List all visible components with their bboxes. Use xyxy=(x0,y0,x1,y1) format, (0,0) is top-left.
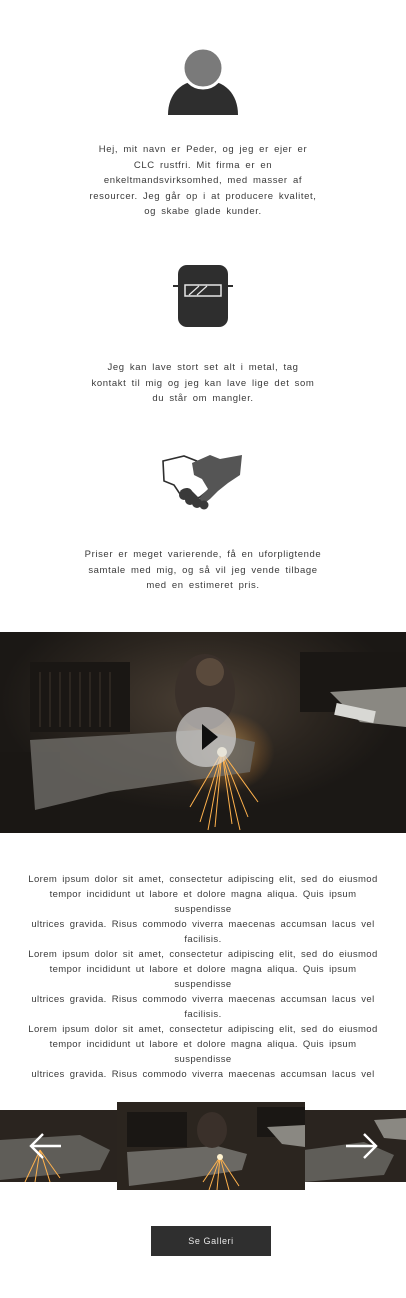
handshake-icon xyxy=(162,453,244,511)
body-text: Lorem ipsum dolor sit amet, consectetur … xyxy=(28,874,378,1080)
services-text: Jeg kan lave stort set alt i metal, tag … xyxy=(91,362,315,404)
play-triangle xyxy=(202,724,218,750)
intro-text: Hej, mit navn er Peder, og jeg er ejer e… xyxy=(89,144,317,217)
play-icon[interactable] xyxy=(176,707,236,767)
arrow-right-icon[interactable] xyxy=(345,1132,379,1160)
gallery-thumb-center[interactable] xyxy=(117,1102,305,1190)
welding-mask-icon xyxy=(173,264,233,328)
see-gallery-button[interactable]: Se Galleri xyxy=(151,1226,271,1256)
arrow-left-icon[interactable] xyxy=(28,1132,62,1160)
pricing-text: Priser er meget varierende, få en uforpl… xyxy=(84,549,322,591)
person-icon xyxy=(167,46,239,116)
